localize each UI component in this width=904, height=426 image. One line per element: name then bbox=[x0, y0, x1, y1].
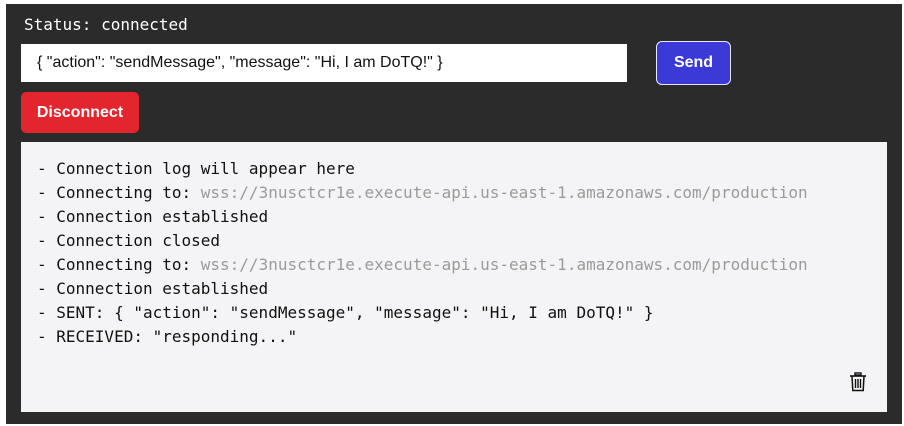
log-text: - Connection closed bbox=[37, 231, 221, 250]
log-line: - Connection log will appear here bbox=[37, 157, 871, 181]
log-line: - SENT: { "action": "sendMessage", "mess… bbox=[37, 301, 871, 325]
log-text: - Connection log will appear here bbox=[37, 159, 355, 178]
log-url: wss://3nusctcr1e.execute-api.us-east-1.a… bbox=[200, 255, 808, 274]
log-line: - RECEIVED: "responding..." bbox=[37, 325, 871, 349]
log-line: - Connecting to: wss://3nusctcr1e.execut… bbox=[37, 181, 871, 205]
connection-log: - Connection log will appear here - Conn… bbox=[21, 142, 887, 412]
log-text: - Connecting to: bbox=[37, 183, 201, 202]
log-url: wss://3nusctcr1e.execute-api.us-east-1.a… bbox=[200, 183, 808, 202]
log-text: - Connecting to: bbox=[37, 255, 201, 274]
trash-icon[interactable] bbox=[849, 372, 867, 392]
websocket-client-panel: Status: connected Send Disconnect - Conn… bbox=[6, 4, 902, 424]
log-line: - Connection closed bbox=[37, 229, 871, 253]
disconnect-button[interactable]: Disconnect bbox=[21, 92, 139, 133]
send-button[interactable]: Send bbox=[656, 41, 731, 85]
log-line: - Connection established bbox=[37, 205, 871, 229]
log-text: - Connection established bbox=[37, 279, 269, 298]
message-input[interactable] bbox=[21, 44, 627, 82]
log-line: - Connecting to: wss://3nusctcr1e.execut… bbox=[37, 253, 871, 277]
connection-status: Status: connected bbox=[24, 15, 188, 34]
log-text: - RECEIVED: "responding..." bbox=[37, 327, 298, 346]
log-text: - SENT: { "action": "sendMessage", "mess… bbox=[37, 303, 654, 322]
log-text: - Connection established bbox=[37, 207, 269, 226]
log-line: - Connection established bbox=[37, 277, 871, 301]
